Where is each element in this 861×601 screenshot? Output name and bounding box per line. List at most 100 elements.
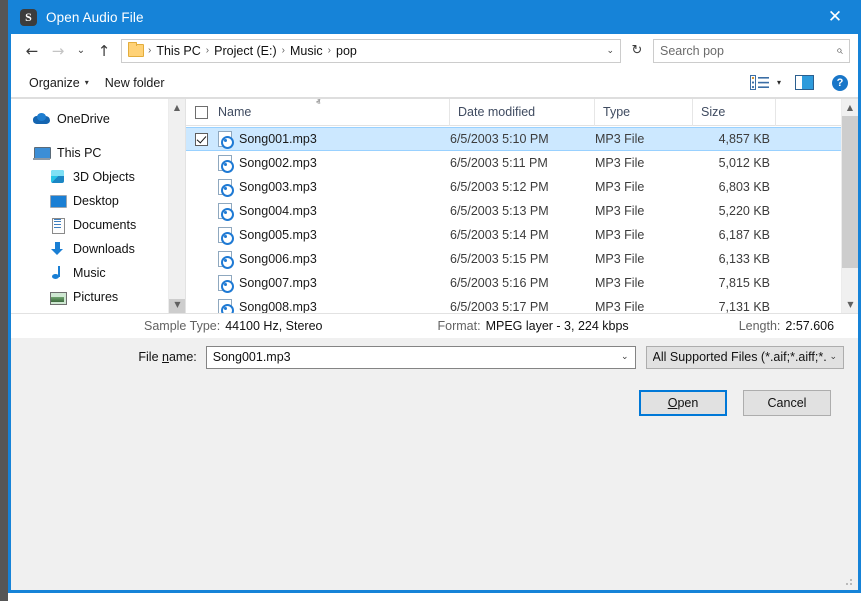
cell-date-modified: 6/5/2003 5:10 PM: [450, 132, 549, 146]
sidebar-item-videos[interactable]: Videos: [11, 309, 185, 313]
window-title: Open Audio File: [46, 9, 144, 25]
length-label: Length:: [738, 319, 781, 333]
file-list-scrollbar[interactable]: ▲ ▼: [841, 99, 858, 313]
sidebar-scrollbar[interactable]: ▲ ▼: [168, 99, 185, 313]
sidebar-item-desktop[interactable]: Desktop: [11, 189, 185, 213]
cell-date-modified: 6/5/2003 5:11 PM: [450, 156, 548, 170]
breadcrumb-item-0[interactable]: This PC: [152, 44, 204, 58]
table-row[interactable]: Song004.mp3 6/5/2003 5:13 PM MP3 File 5,220…: [186, 199, 841, 223]
view-options-icon[interactable]: [749, 75, 770, 90]
mp3-file-icon: [218, 299, 234, 313]
cancel-button[interactable]: Cancel: [743, 390, 831, 416]
sidebar-item-this-pc[interactable]: This PC: [11, 141, 185, 165]
help-icon[interactable]: ?: [832, 74, 848, 91]
mp3-file-icon: [218, 155, 234, 173]
forward-icon: →: [51, 41, 65, 60]
table-row[interactable]: Song007.mp3 6/5/2003 5:16 PM MP3 File 7,815…: [186, 271, 841, 295]
file-type-filter-dropdown[interactable]: All Supported Files (*.aif;*.aiff;*. ⌄: [645, 345, 844, 369]
breadcrumb-item-3[interactable]: pop: [332, 44, 361, 58]
mp3-file-icon: [218, 179, 234, 197]
chevron-down-icon[interactable]: ⌄: [606, 45, 614, 56]
cell-type: MP3 File: [595, 180, 645, 194]
table-row[interactable]: Song008.mp3 6/5/2003 5:17 PM MP3 File 7,131…: [186, 295, 841, 313]
file-rows: Song001.mp3 6/5/2003 5:10 PM MP3 File 4,857…: [186, 127, 841, 313]
length-value: 2:57.606: [785, 319, 835, 333]
cell-name: Song004.mp3: [218, 203, 450, 221]
scroll-down-icon[interactable]: ▼: [169, 296, 185, 313]
new-folder-button[interactable]: New folder: [97, 72, 173, 94]
breadcrumb-item-1[interactable]: Project (E:): [210, 44, 281, 58]
recent-locations-icon[interactable]: ⌄: [71, 38, 91, 64]
resize-grip-icon[interactable]: [843, 576, 853, 586]
chevron-down-icon[interactable]: ⌄: [829, 352, 837, 362]
folder-icon: [128, 42, 144, 57]
file-name-value: Song001.mp3: [212, 350, 291, 364]
documents-icon: [49, 217, 66, 234]
cell-size: 5,012 KB: [718, 156, 770, 170]
sidebar-item-pictures[interactable]: Pictures: [11, 285, 185, 309]
sidebar-item-downloads[interactable]: Downloads: [11, 237, 185, 261]
column-header-date-modified[interactable]: Date modified: [450, 99, 595, 126]
sidebar-item-3d-objects[interactable]: 3D Objects: [11, 165, 185, 189]
cell-name: Song008.mp3: [218, 299, 450, 313]
open-audio-file-dialog: S Open Audio File ✕ ← → ⌄ ↑ › This PC › …: [8, 0, 861, 593]
table-row[interactable]: Song005.mp3 6/5/2003 5:14 PM MP3 File 6,187…: [186, 223, 841, 247]
column-header-size[interactable]: Size: [693, 99, 776, 126]
cell-size: 5,220 KB: [718, 204, 770, 218]
chevron-down-icon[interactable]: ▾: [777, 78, 781, 87]
table-row[interactable]: Song006.mp3 6/5/2003 5:15 PM MP3 File 6,133…: [186, 247, 841, 271]
search-icon[interactable]: ⌕: [836, 43, 843, 58]
dialog-body: OneDrive This PC 3D Objects Desktop Docu…: [11, 98, 858, 313]
title-bar: S Open Audio File ✕: [11, 0, 858, 34]
file-name-label: File name:: [138, 350, 197, 364]
cell-name: Song003.mp3: [218, 179, 450, 197]
dialog-button-bar: Open Cancel: [11, 376, 858, 590]
breadcrumb-item-2[interactable]: Music: [286, 44, 327, 58]
preview-pane-icon[interactable]: [795, 75, 814, 90]
refresh-icon[interactable]: ↻: [625, 39, 649, 63]
scroll-up-icon[interactable]: ▲: [169, 99, 185, 116]
cell-size: 6,187 KB: [718, 228, 770, 242]
sidebar-item-onedrive[interactable]: OneDrive: [11, 107, 185, 131]
chevron-down-icon[interactable]: ⌄: [621, 352, 629, 362]
sidebar-item-label: Music: [73, 266, 106, 280]
column-header-type[interactable]: Type: [595, 99, 693, 126]
row-checkbox[interactable]: [195, 132, 208, 146]
sidebar-item-label: 3D Objects: [73, 170, 135, 184]
table-row[interactable]: Song001.mp3 6/5/2003 5:10 PM MP3 File 4,857…: [186, 127, 841, 151]
breadcrumb[interactable]: › This PC › Project (E:) › Music › pop ⌄: [121, 38, 621, 63]
organize-button[interactable]: Organize ▾: [21, 72, 97, 94]
sample-type-label: Sample Type:: [144, 319, 221, 333]
search-input[interactable]: Search pop ⌕: [653, 38, 850, 63]
scroll-up-icon[interactable]: ▲: [842, 99, 858, 116]
open-button[interactable]: Open: [639, 390, 727, 416]
up-icon[interactable]: ↑: [91, 38, 117, 64]
file-name-input[interactable]: Song001.mp3 ⌄: [205, 345, 636, 369]
back-icon[interactable]: ←: [19, 38, 45, 64]
row-checkbox-cell[interactable]: [186, 132, 218, 146]
table-row[interactable]: Song003.mp3 6/5/2003 5:12 PM MP3 File 6,803…: [186, 175, 841, 199]
cell-type: MP3 File: [595, 252, 645, 266]
cell-name: Song005.mp3: [218, 227, 450, 245]
cell-date-modified: 6/5/2003 5:16 PM: [450, 276, 549, 290]
cell-type: MP3 File: [595, 276, 645, 290]
sidebar-item-music[interactable]: Music: [11, 261, 185, 285]
select-all-checkbox[interactable]: [195, 105, 208, 119]
file-name-text: Song006.mp3: [239, 252, 317, 266]
sidebar-item-documents[interactable]: Documents: [11, 213, 185, 237]
sidebar-item-label: Pictures: [73, 290, 119, 304]
close-icon[interactable]: ✕: [812, 0, 858, 34]
cell-type: MP3 File: [595, 300, 645, 313]
scrollbar-thumb[interactable]: [842, 116, 858, 268]
onedrive-icon: [33, 111, 50, 127]
scroll-down-icon[interactable]: ▼: [842, 296, 858, 313]
navigation-bar: ← → ⌄ ↑ › This PC › Project (E:) › Music…: [11, 34, 858, 68]
column-headers: ⱏ Name Date modified Type Size: [186, 99, 858, 126]
file-name-text: Song007.mp3: [239, 276, 317, 290]
table-row[interactable]: Song002.mp3 6/5/2003 5:11 PM MP3 File 5,012…: [186, 151, 841, 175]
cell-size: 7,815 KB: [718, 276, 770, 290]
sidebar-item-label: Desktop: [73, 194, 119, 208]
cell-name: Song002.mp3: [218, 155, 450, 173]
new-folder-label: New folder: [104, 75, 165, 90]
sidebar-item-label: OneDrive: [57, 112, 110, 126]
